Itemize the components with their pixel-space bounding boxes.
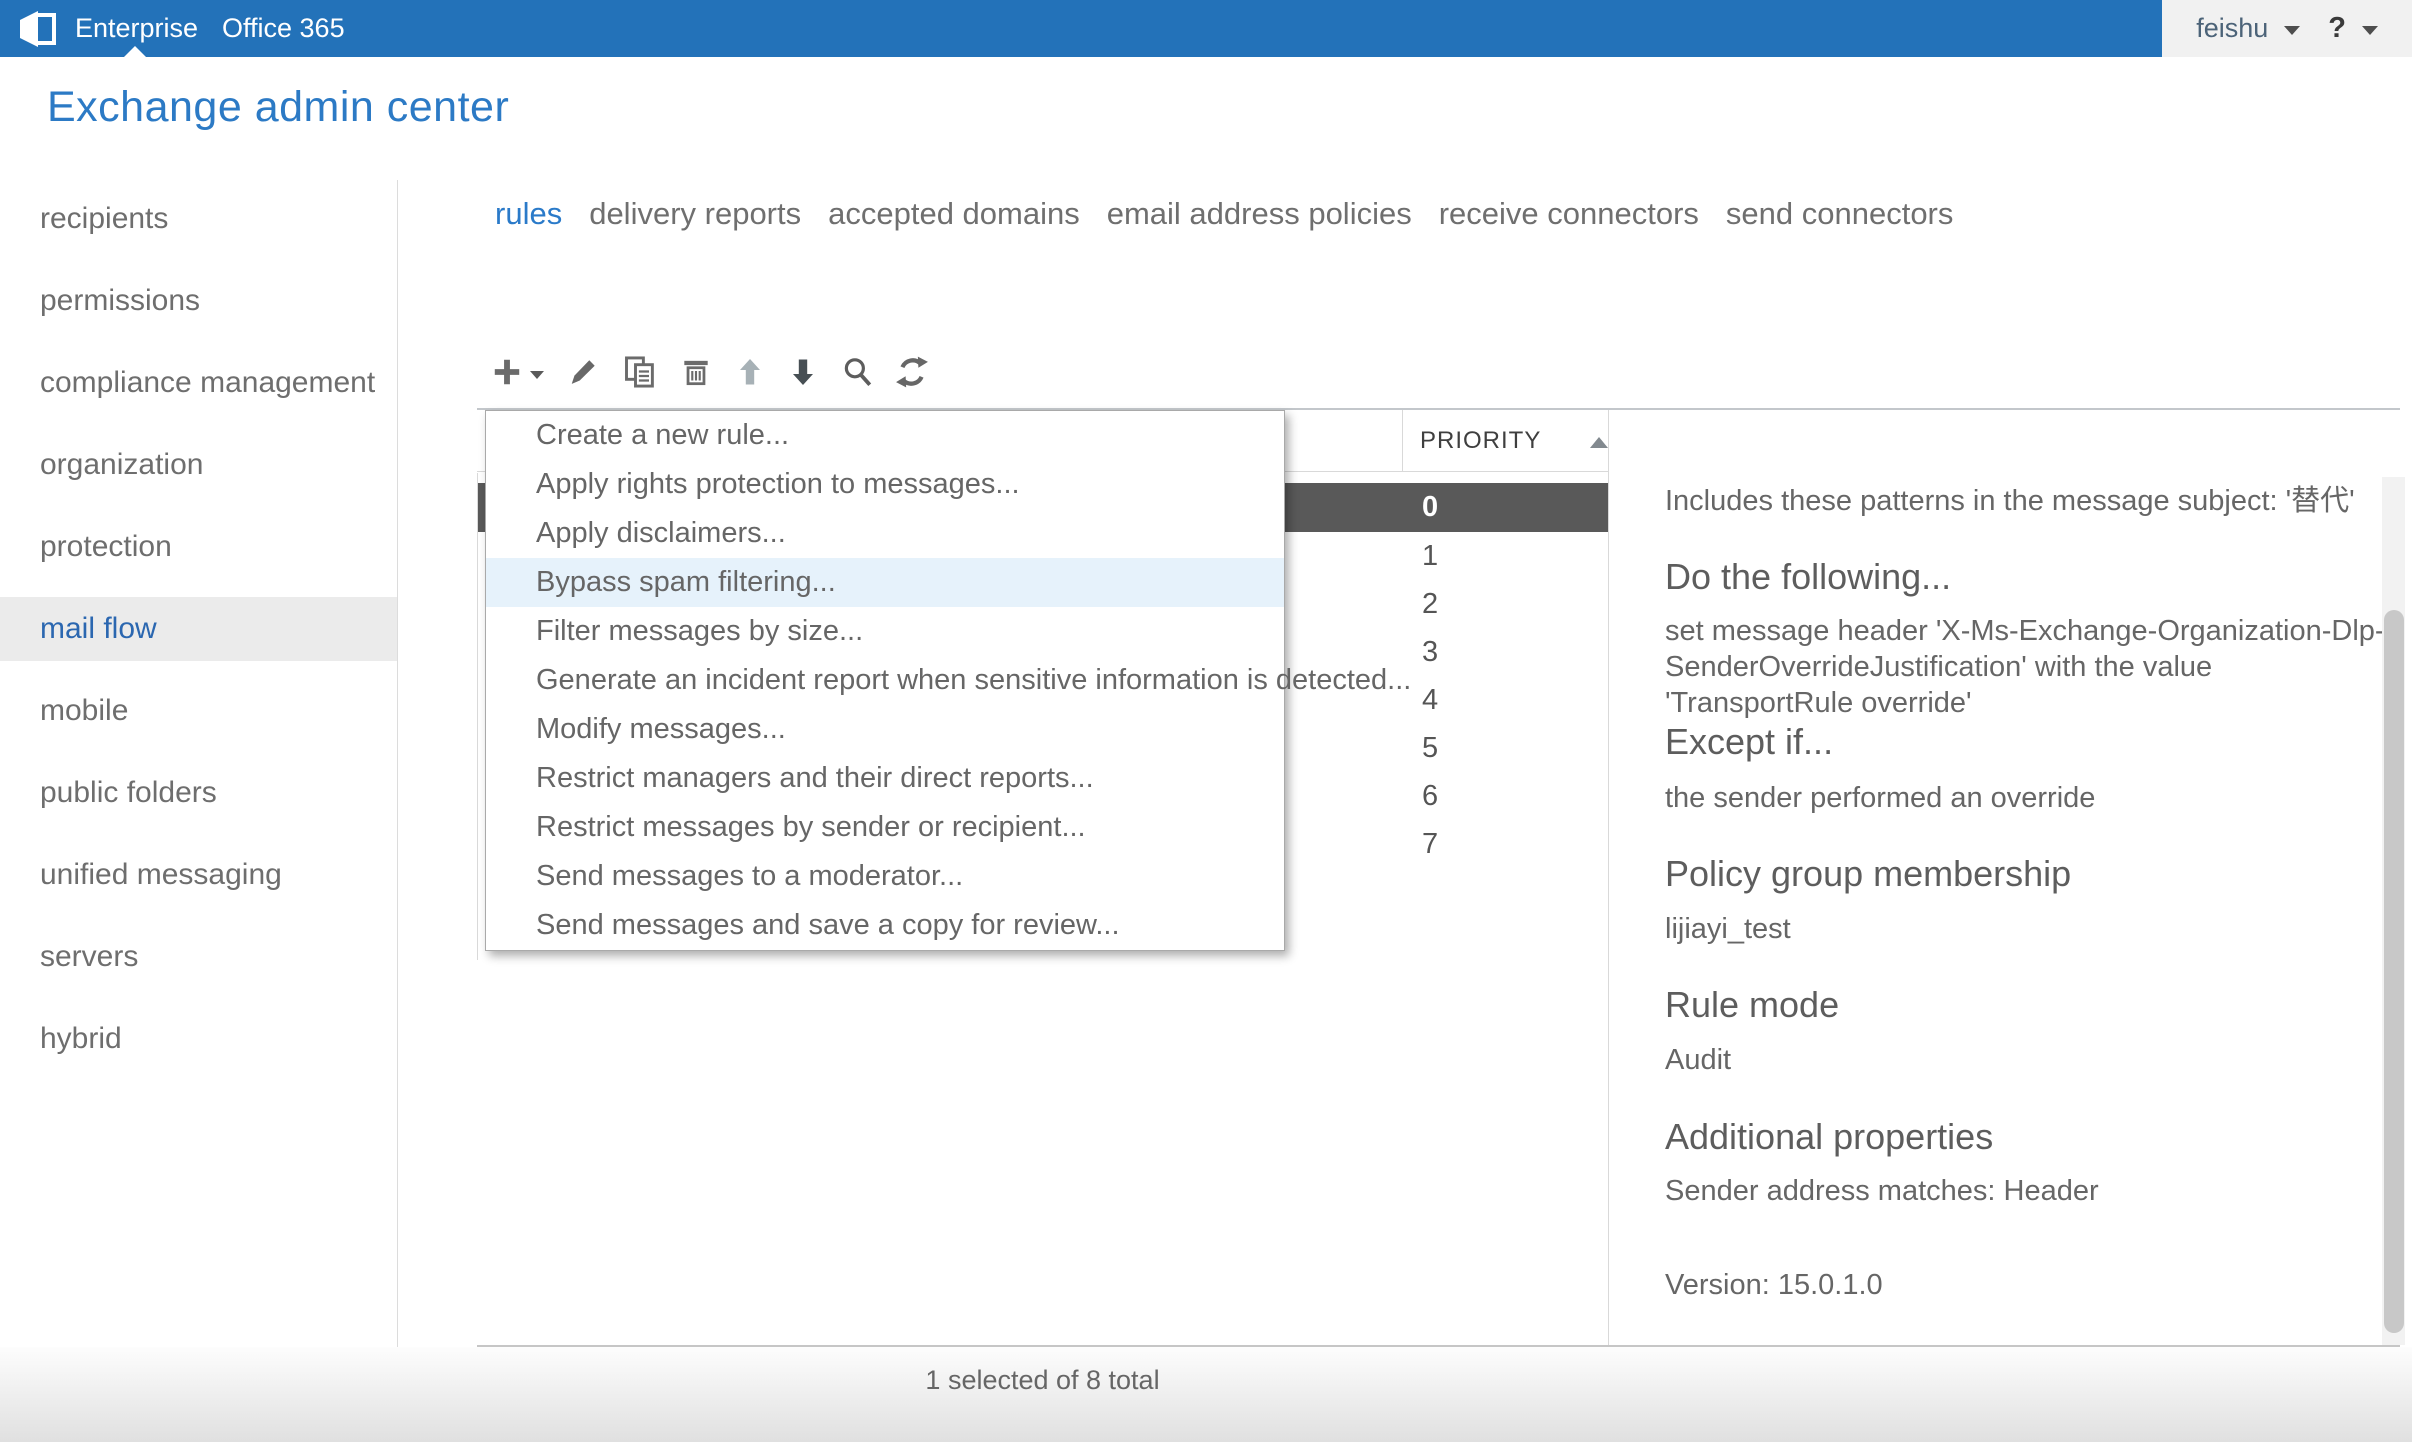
move-up-icon <box>734 355 766 389</box>
menu-item-bypass-spam-filtering[interactable]: Bypass spam filtering... <box>486 558 1284 607</box>
user-menu-caret-icon[interactable] <box>2284 26 2300 35</box>
table-row-5-priority[interactable]: 5 <box>1422 724 1542 772</box>
sidebar-item-protection[interactable]: protection <box>0 515 397 579</box>
list-left-border <box>477 473 478 960</box>
edit-button[interactable] <box>565 354 601 390</box>
sidebar-divider <box>397 180 398 1420</box>
detail-heading-policy-group-membership: Policy group membership <box>1665 853 2365 895</box>
detail-heading-rule-mode: Rule mode <box>1665 984 2365 1026</box>
sidebar-item-organization[interactable]: organization <box>0 433 397 497</box>
tab-rules[interactable]: rules <box>495 196 562 232</box>
detail-rule-mode-value: Audit <box>1665 1042 2382 1078</box>
sidebar-item-permissions[interactable]: permissions <box>0 269 397 333</box>
details-scrollbar-thumb[interactable] <box>2384 610 2404 1333</box>
menu-item-restrict-messages-by-sender-or-recipient[interactable]: Restrict messages by sender or recipient… <box>486 803 1284 852</box>
table-row-3-priority[interactable]: 3 <box>1422 628 1542 676</box>
sort-ascending-icon <box>1590 437 1608 448</box>
detail-policy-group-value: lijiayi_test <box>1665 911 2382 947</box>
tab-email-address-policies[interactable]: email address policies <box>1107 196 1412 232</box>
table-row-4-priority[interactable]: 4 <box>1422 676 1542 724</box>
table-row-7-priority[interactable]: 7 <box>1422 820 1542 868</box>
add-rule-dropdown-menu: Create a new rule... Apply rights protec… <box>485 410 1285 951</box>
priority-column-header[interactable]: PRIORITY <box>1420 410 1541 471</box>
table-row-6-priority[interactable]: 6 <box>1422 772 1542 820</box>
detail-additional-properties-value: Sender address matches: Header <box>1665 1173 2382 1209</box>
list-bottom-border <box>477 1345 2400 1347</box>
selection-status-text: 1 selected of 8 total <box>477 1365 1608 1396</box>
tab-accepted-domains[interactable]: accepted domains <box>828 196 1080 232</box>
sidebar-item-mobile[interactable]: mobile <box>0 679 397 743</box>
sidebar-item-servers[interactable]: servers <box>0 925 397 989</box>
menu-item-restrict-managers[interactable]: Restrict managers and their direct repor… <box>486 754 1284 803</box>
move-down-button[interactable] <box>787 355 819 389</box>
tab-delivery-reports[interactable]: delivery reports <box>589 196 801 232</box>
sidebar-item-public-folders[interactable]: public folders <box>0 761 397 825</box>
table-row-2-priority[interactable]: 2 <box>1422 580 1542 628</box>
detail-heading-additional-properties: Additional properties <box>1665 1116 2365 1158</box>
menu-item-apply-disclaimers[interactable]: Apply disclaimers... <box>486 509 1284 558</box>
topnav-office-365[interactable]: Office 365 <box>222 0 345 57</box>
exchange-admin-center-window: Enterprise Office 365 feishu ? Exchange … <box>0 0 2412 1442</box>
refresh-icon <box>895 355 929 389</box>
copy-icon <box>622 354 658 390</box>
menu-item-send-messages-and-save-a-copy[interactable]: Send messages and save a copy for review… <box>486 901 1284 950</box>
detail-heading-except-if: Except if... <box>1665 721 2365 763</box>
detail-exception-text: the sender performed an override <box>1665 780 2382 816</box>
top-navigation-bar: Enterprise Office 365 <box>0 0 2412 57</box>
detail-subject-summary: Includes these patterns in the message s… <box>1665 483 2382 519</box>
add-icon <box>490 355 524 389</box>
help-button[interactable]: ? <box>2328 12 2346 45</box>
delete-icon <box>679 355 713 389</box>
sidebar-item-compliance-management[interactable]: compliance management <box>0 351 397 415</box>
detail-action-text: set message header 'X-Ms-Exchange-Organi… <box>1665 613 2382 721</box>
menu-item-send-messages-to-a-moderator[interactable]: Send messages to a moderator... <box>486 852 1284 901</box>
topbar-account-area: feishu ? <box>2162 0 2412 57</box>
menu-item-apply-rights-protection[interactable]: Apply rights protection to messages... <box>486 460 1284 509</box>
tab-receive-connectors[interactable]: receive connectors <box>1439 196 1699 232</box>
add-button[interactable] <box>490 355 544 389</box>
priority-column-divider <box>1402 410 1403 472</box>
mail-flow-tabs: rules delivery reports accepted domains … <box>495 196 1953 232</box>
copy-button[interactable] <box>622 354 658 390</box>
active-nav-notch <box>124 46 146 57</box>
tab-send-connectors[interactable]: send connectors <box>1726 196 1953 232</box>
search-icon <box>840 355 874 389</box>
user-menu-label[interactable]: feishu <box>2196 13 2268 44</box>
refresh-button[interactable] <box>895 355 929 389</box>
menu-item-filter-messages-by-size[interactable]: Filter messages by size... <box>486 607 1284 656</box>
rules-toolbar <box>490 350 929 394</box>
delete-button[interactable] <box>679 355 713 389</box>
edit-icon <box>565 354 601 390</box>
move-down-icon <box>787 355 819 389</box>
detail-heading-do-the-following: Do the following... <box>1665 556 2365 598</box>
sidebar-item-recipients[interactable]: recipients <box>0 187 397 251</box>
page-title: Exchange admin center <box>47 83 509 132</box>
menu-item-generate-incident-report[interactable]: Generate an incident report when sensiti… <box>486 656 1284 705</box>
sidebar-nav: recipients permissions compliance manage… <box>0 187 397 1089</box>
office-logo-icon[interactable] <box>14 7 62 51</box>
menu-item-create-a-new-rule[interactable]: Create a new rule... <box>486 411 1284 460</box>
menu-item-modify-messages[interactable]: Modify messages... <box>486 705 1284 754</box>
move-up-button[interactable] <box>734 355 766 389</box>
rule-details-pane: Includes these patterns in the message s… <box>1608 410 2382 1345</box>
add-menu-caret-icon <box>530 371 544 379</box>
sidebar-item-unified-messaging[interactable]: unified messaging <box>0 843 397 907</box>
table-row-1-priority[interactable]: 1 <box>1422 532 1542 580</box>
help-menu-caret-icon[interactable] <box>2362 26 2378 35</box>
detail-version: Version: 15.0.1.0 <box>1665 1267 2382 1303</box>
search-button[interactable] <box>840 355 874 389</box>
sidebar-item-mail-flow[interactable]: mail flow <box>0 597 397 661</box>
sidebar-item-hybrid[interactable]: hybrid <box>0 1007 397 1071</box>
table-row-0-priority[interactable]: 0 <box>1422 483 1542 531</box>
